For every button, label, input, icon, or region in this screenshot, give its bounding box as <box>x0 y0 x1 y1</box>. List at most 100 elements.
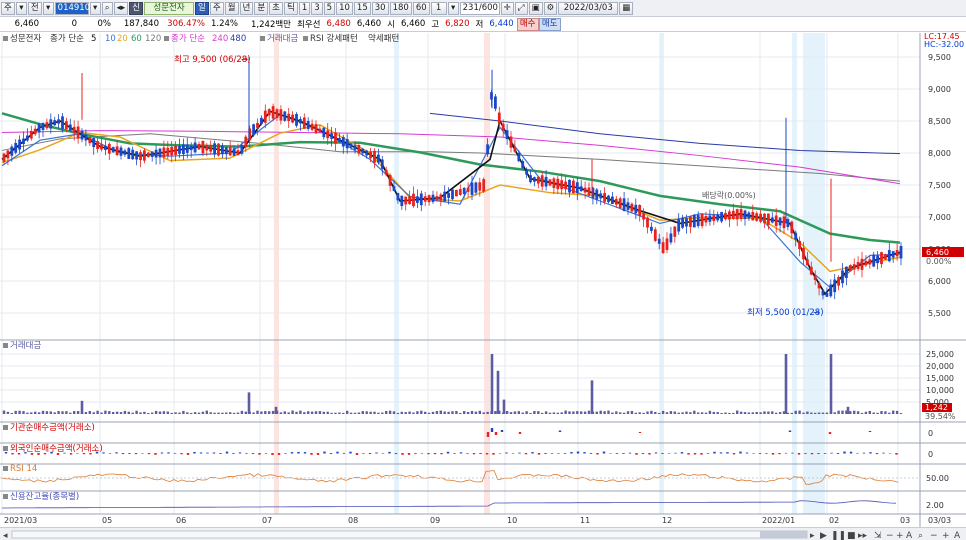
volume-bar <box>810 412 813 414</box>
prev-next-stock-button[interactable]: ◂▸ <box>113 1 129 15</box>
scroll-left-icon[interactable]: ◂ <box>3 531 8 540</box>
candle-body <box>271 106 275 119</box>
volume-bar <box>420 410 423 414</box>
candle-body <box>135 151 138 160</box>
legend-square-icon <box>164 36 169 41</box>
candle-body <box>474 182 478 193</box>
buy-button[interactable]: 매수 <box>516 17 539 31</box>
price-axis-tick: 7,500 <box>928 181 951 190</box>
chart-type-selector[interactable]: 주 <box>1 1 15 15</box>
stock-code-input[interactable]: 014910 <box>54 1 90 15</box>
save-icon[interactable]: ▣ <box>528 1 543 15</box>
plus-icon[interactable]: + <box>942 531 950 540</box>
volume-bar <box>537 411 540 414</box>
candle-body <box>860 258 864 270</box>
minute-180-button[interactable]: 180 <box>389 1 412 15</box>
candle-body <box>540 175 544 187</box>
calendar-icon[interactable]: ▦ <box>619 1 634 15</box>
minute-30-button[interactable]: 30 <box>371 1 389 15</box>
foreign-bar <box>134 453 138 455</box>
horizontal-scrollbar[interactable] <box>11 530 808 539</box>
count-input[interactable]: 1 <box>430 1 447 15</box>
minute-1-button[interactable]: 1 <box>298 1 311 15</box>
foreign-bar <box>433 453 437 455</box>
minute-5-button[interactable]: 5 <box>323 1 336 15</box>
play-icon[interactable]: ▶ <box>820 531 827 540</box>
volume-bar <box>825 412 829 414</box>
magnifier-icon[interactable]: ⌕ <box>101 1 113 15</box>
period-minute-button[interactable]: 분 <box>254 1 269 15</box>
candle-body <box>864 260 868 266</box>
panel-square-icon <box>3 494 8 499</box>
volume-bar <box>474 411 478 414</box>
dropdown-arrow-icon[interactable]: ▾ <box>15 1 27 15</box>
dropdown-arrow-icon[interactable]: ▾ <box>42 1 54 15</box>
minute-10-button[interactable]: 10 <box>336 1 353 15</box>
period-year-button[interactable]: 년 <box>239 1 254 15</box>
volume-bar <box>505 410 509 414</box>
legend-ma-long-label: 종가 단순 <box>171 33 205 44</box>
stop-icon[interactable]: ■ <box>847 531 856 540</box>
volume-bar <box>447 411 450 414</box>
event-band <box>792 33 797 514</box>
zoom-in-icon[interactable]: + <box>896 531 904 540</box>
foreign-bar <box>206 452 209 454</box>
minute-15-button[interactable]: 15 <box>353 1 371 15</box>
candle-body <box>373 150 376 163</box>
dropdown-arrow-icon[interactable]: ▾ <box>89 1 101 15</box>
scrollbar-thumb[interactable] <box>760 531 807 538</box>
candle-body <box>653 229 657 241</box>
text-a-icon[interactable]: A <box>906 531 913 540</box>
candle-body <box>704 216 708 223</box>
spin-arrow-icon[interactable]: ▾ <box>447 1 459 15</box>
candle-body <box>533 177 536 182</box>
date-input[interactable]: 2022/03/03 <box>558 1 619 15</box>
font-icon[interactable]: A <box>954 531 961 540</box>
candle-body <box>341 137 345 147</box>
market-all-selector[interactable]: 전 <box>27 1 42 15</box>
gear-icon[interactable]: ⚙ <box>543 1 558 15</box>
zoom-out-icon[interactable]: − <box>886 531 894 540</box>
period-week-button[interactable]: 주 <box>209 1 224 15</box>
zoom-icon[interactable]: ⤢ <box>514 1 528 15</box>
inst-bar <box>828 432 832 434</box>
volume-bar <box>759 412 762 414</box>
candle-body <box>716 214 720 221</box>
period-month-button[interactable]: 월 <box>224 1 239 15</box>
chart-area[interactable]: 성문전자 종가 단순 5 10 20 60 120 종가 단순 240 480 … <box>0 32 966 540</box>
candle-body <box>689 216 692 227</box>
minute-3-button[interactable]: 3 <box>311 1 323 15</box>
inst-panel-title: 기관순매수금액(거래소) <box>10 422 95 433</box>
foreign-bar <box>589 453 593 454</box>
volume-bar <box>18 410 21 414</box>
volume-axis-tick: 10,000 <box>926 386 954 395</box>
fit-icon[interactable]: ⇲ <box>874 531 882 540</box>
volume-bar <box>814 412 817 414</box>
minute-60-button[interactable]: 60 <box>412 1 430 15</box>
magnifier-icon[interactable]: ⌕ <box>918 531 923 540</box>
volume-bar <box>833 412 836 414</box>
period-second-button[interactable]: 초 <box>269 1 283 15</box>
foreign-bar <box>882 452 885 454</box>
sell-button[interactable]: 매도 <box>538 17 561 31</box>
pause-icon[interactable]: ❚❚ <box>831 531 846 540</box>
candle-body <box>739 209 743 219</box>
fast-forward-icon[interactable]: ▸▸ <box>858 531 868 540</box>
candle-body <box>833 279 837 293</box>
minus-icon[interactable]: − <box>930 531 938 540</box>
scroll-right-icon[interactable]: ▸ <box>810 531 815 540</box>
volume-bar <box>217 412 220 414</box>
candle-body <box>146 152 150 158</box>
crosshair-icon[interactable]: ✛ <box>500 1 514 15</box>
period-tick-button[interactable]: 틱 <box>284 1 298 15</box>
volume-bar <box>661 410 665 414</box>
candle-body <box>162 147 166 158</box>
candle-body <box>427 195 431 203</box>
period-day-button[interactable]: 일 <box>195 1 209 15</box>
stock-badge: 신 <box>129 1 144 15</box>
stock-name[interactable]: 성문전자 <box>144 1 195 15</box>
candle-body <box>564 181 567 190</box>
volume-bar <box>704 412 708 414</box>
volume-bar <box>895 410 899 414</box>
foreign-bar <box>732 453 736 455</box>
